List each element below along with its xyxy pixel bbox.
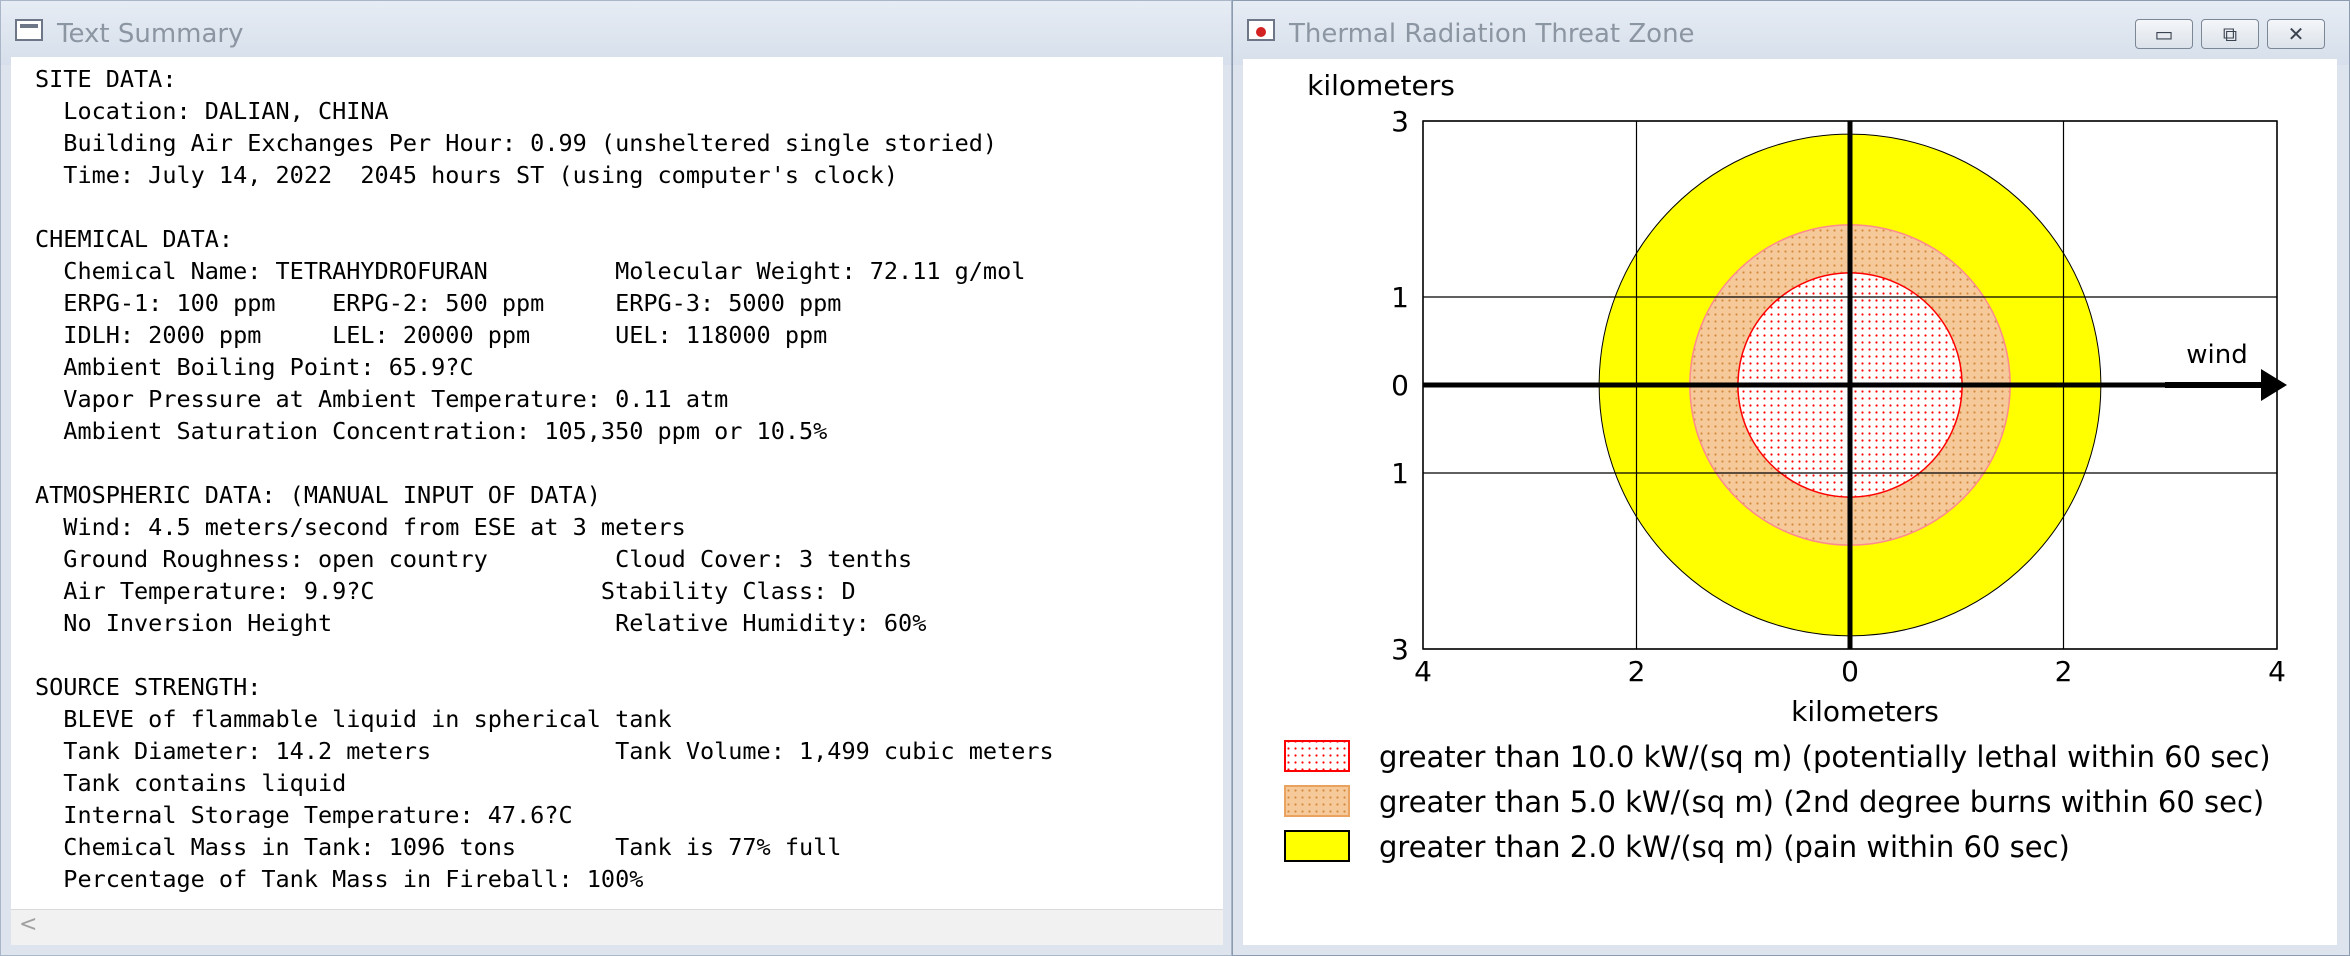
report-line: Ambient Boiling Point: 65.9?C [63,353,474,381]
report-line: Ground Roughness: open country Cloud Cov… [63,545,913,573]
report-line: Location: DALIAN, CHINA [63,97,389,125]
report-line: Chemical Mass in Tank: 1096 tons Tank is… [63,833,842,861]
legend-label: greater than 10.0 kW/(sq m) (potentially… [1379,740,2271,774]
threat-zone-plot-area: 4 2 0 2 4 3 1 0 1 3 kilometers kilometers wind greate… [1243,59,2337,945]
report-line: Wind: 4.5 meters/second from ESE at 3 me… [63,513,686,541]
report-line: ERPG-1: 100 ppm ERPG-2: 500 ppm ERPG-3: … [63,289,842,317]
window-controls: ▭ ⧉ ✕ [2135,19,2325,49]
text-summary-window: Text Summary SITE DATA: Location: DALIAN… [0,0,1232,956]
minimize-button[interactable]: ▭ [2135,19,2193,49]
x-tick-label: 4 [2268,655,2286,688]
report-line: ATMOSPHERIC DATA: (MANUAL INPUT OF DATA) [35,481,601,509]
report-line: IDLH: 2000 ppm LEL: 20000 ppm UEL: 11800… [63,321,828,349]
report-line: CHEMICAL DATA: [35,225,234,253]
report-line: Time: July 14, 2022 2045 hours ST (using… [63,161,899,189]
text-summary-titlebar[interactable]: Text Summary [1,1,1231,65]
scroll-left-arrow-icon[interactable]: < [19,912,37,937]
report-line: No Inversion Height Relative Humidity: 6… [63,609,927,637]
text-window-icon [15,19,43,41]
close-button[interactable]: ✕ [2267,19,2325,49]
x-tick-label: 4 [1414,655,1432,688]
summary-report: SITE DATA: Location: DALIAN, CHINA Build… [11,57,1223,895]
horizontal-scrollbar[interactable]: < [11,909,1223,945]
restore-button[interactable]: ⧉ [2201,19,2259,49]
report-line: Tank Diameter: 14.2 meters Tank Volume: … [63,737,1054,765]
report-line: Ambient Saturation Concentration: 105,35… [63,417,828,445]
text-summary-title: Text Summary [57,19,244,49]
y-tick-label: 3 [1391,105,1409,138]
text-summary-content[interactable]: SITE DATA: Location: DALIAN, CHINA Build… [11,57,1223,909]
report-line: BLEVE of flammable liquid in spherical t… [63,705,672,733]
x-axis-label: kilometers [1791,695,1939,728]
threat-zone-title: Thermal Radiation Threat Zone [1289,19,1695,49]
report-line: Air Temperature: 9.9?C Stability Class: … [63,577,856,605]
legend-swatch [1284,740,1350,772]
report-line: SOURCE STRENGTH: [35,673,262,701]
y-axis-label: kilometers [1307,69,1455,102]
report-line: Percentage of Tank Mass in Fireball: 100… [63,865,644,893]
x-tick-label: 2 [1628,655,1646,688]
wind-label: wind [2186,340,2247,370]
report-line: Tank contains liquid [63,769,347,797]
legend-swatch [1284,830,1350,862]
x-tick-label: 2 [2055,655,2073,688]
report-line: Internal Storage Temperature: 47.6?C [63,801,573,829]
report-line: SITE DATA: [35,65,177,93]
legend-label: greater than 2.0 kW/(sq m) (pain within … [1379,830,2070,864]
legend-swatch [1284,785,1350,817]
x-tick-label: 0 [1841,655,1859,688]
threat-zone-chart: 4 2 0 2 431013kilometerskilometerswindgreate… [1284,69,2287,864]
report-line: Building Air Exchanges Per Hour: 0.99 (u… [63,129,998,157]
wind-arrowhead-icon [2261,369,2287,401]
y-tick-label: 0 [1391,369,1409,402]
y-tick-label: 3 [1391,633,1409,666]
y-tick-label: 1 [1391,457,1409,490]
report-line: Vapor Pressure at Ambient Temperature: 0… [63,385,729,413]
threat-zone-titlebar[interactable]: Thermal Radiation Threat Zone ▭ ⧉ ✕ [1233,1,2349,65]
threat-zone-window: Thermal Radiation Threat Zone ▭ ⧉ ✕ 4 2 0 2… [1232,0,2350,956]
report-line: Chemical Name: TETRAHYDROFURAN Molecular… [63,257,1026,285]
threat-zone-window-icon [1247,19,1275,41]
legend-label: greater than 5.0 kW/(sq m) (2nd degree b… [1379,785,2264,819]
y-tick-label: 1 [1391,281,1409,314]
